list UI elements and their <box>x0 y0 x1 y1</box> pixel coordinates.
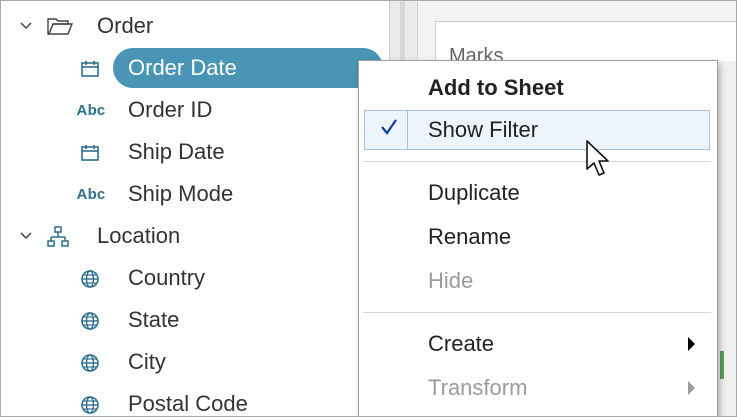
field-order-date[interactable]: Order Date <box>1 48 389 110</box>
menu-item-rename[interactable]: Rename <box>359 217 717 257</box>
chevron-down-icon[interactable] <box>18 228 34 244</box>
app-window: Order Order Date Abc Order ID Ship Date <box>0 0 737 417</box>
field-label: Postal Code <box>128 391 248 416</box>
field-order-id[interactable]: Abc Order ID <box>1 90 389 130</box>
field-label: Ship Date <box>128 139 225 164</box>
submenu-arrow-icon <box>688 337 695 351</box>
field-label: City <box>128 349 166 374</box>
globe-icon <box>79 310 101 332</box>
field-ship-mode[interactable]: Abc Ship Mode <box>1 174 389 214</box>
string-type-icon: Abc <box>76 101 106 119</box>
color-swatch <box>720 351 724 379</box>
menu-item-show-filter[interactable]: Show Filter <box>359 110 717 150</box>
field-city[interactable]: City <box>1 342 389 382</box>
menu-item-hide[interactable]: Hide <box>359 261 717 301</box>
menu-item-duplicate[interactable]: Duplicate <box>359 173 717 213</box>
field-country[interactable]: Country <box>1 258 389 298</box>
field-state[interactable]: State <box>1 300 389 340</box>
group-order[interactable]: Order <box>1 6 389 46</box>
hierarchy-icon <box>47 226 69 248</box>
menu-separator <box>363 161 711 162</box>
field-label: Country <box>128 265 206 290</box>
globe-icon <box>79 268 101 290</box>
menu-separator <box>363 312 711 313</box>
menu-item-label: Show Filter <box>428 117 539 142</box>
group-location[interactable]: Location <box>1 216 389 256</box>
group-label: Order <box>97 13 154 38</box>
field-ship-date[interactable]: Ship Date <box>1 132 389 172</box>
context-menu: Add to Sheet Show Filter Duplicate Renam… <box>358 60 718 416</box>
field-label: Order Date <box>128 55 237 80</box>
field-label: Ship Mode <box>128 181 234 206</box>
field-postal-code[interactable]: Postal Code <box>1 384 389 416</box>
globe-icon <box>79 352 101 374</box>
mouse-pointer-icon <box>585 139 611 179</box>
group-label: Location <box>97 223 181 248</box>
menu-item-label: Hide <box>428 268 474 293</box>
menu-item-transform[interactable]: Transform <box>359 368 717 408</box>
data-pane: Order Order Date Abc Order ID Ship Date <box>1 1 389 416</box>
folder-open-icon <box>47 16 73 36</box>
menu-item-label: Create <box>428 331 495 356</box>
string-type-icon: Abc <box>76 185 106 203</box>
menu-item-label: Add to Sheet <box>428 75 564 100</box>
menu-item-label: Transform <box>428 375 528 400</box>
calendar-icon <box>80 59 100 79</box>
chevron-down-icon[interactable] <box>18 18 34 34</box>
field-label: State <box>128 307 180 332</box>
menu-item-add-to-sheet[interactable]: Add to Sheet <box>359 68 717 108</box>
field-label: Order ID <box>128 97 213 122</box>
globe-icon <box>79 394 101 416</box>
menu-item-label: Duplicate <box>428 180 520 205</box>
calendar-icon <box>80 143 100 163</box>
menu-item-label: Rename <box>428 224 512 249</box>
menu-item-create[interactable]: Create <box>359 324 717 364</box>
submenu-arrow-icon <box>688 381 695 395</box>
